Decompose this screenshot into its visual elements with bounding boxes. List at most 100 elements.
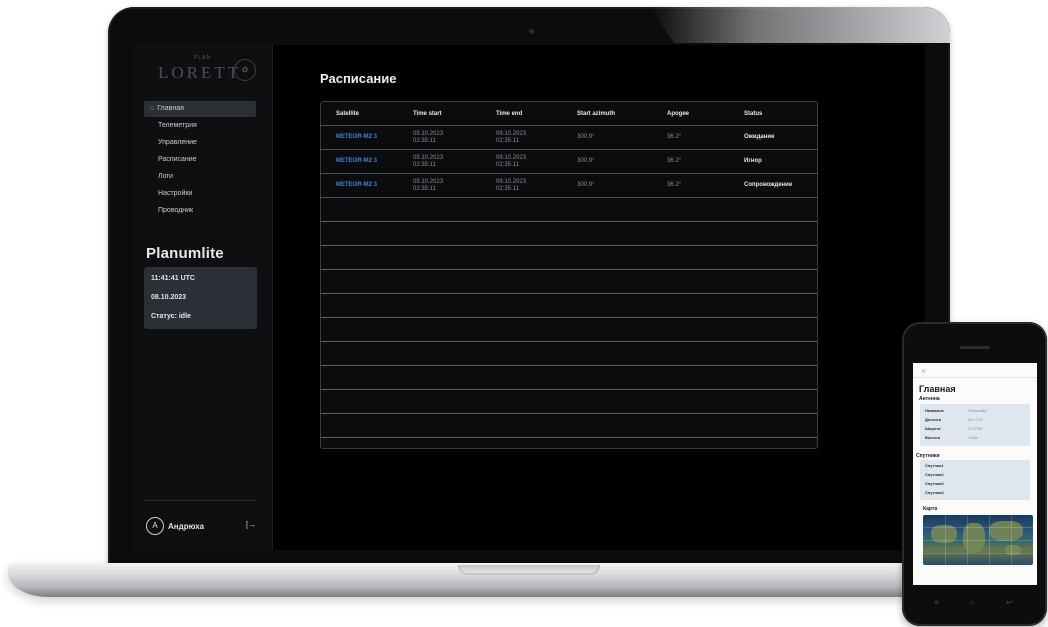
time-start-date: 09.10.2023 (413, 178, 444, 185)
table-row[interactable]: METEOR-M2 3 09.10.2023 02:35:11 09.10.202… (321, 126, 817, 150)
antenna-value: Planumlite (968, 408, 987, 413)
time-start-date: 09.10.2023 (413, 130, 444, 137)
back-icon[interactable]: ↩ (1006, 598, 1013, 607)
satellite-list-item[interactable]: Спутник1 (925, 463, 944, 468)
sidebar-divider (144, 500, 257, 501)
sidebar-item-label: Логи (158, 173, 173, 180)
time-end-time: 02:35:11 (496, 161, 519, 168)
azimuth-cell: 300.9° (577, 158, 595, 164)
avatar[interactable]: A (146, 517, 164, 535)
satellite-link[interactable]: METEOR-M2 3 (336, 126, 377, 149)
satellites-card: Спутник1 Спутник2 Спутник3 Спутник4 (920, 460, 1030, 500)
time-end-cell: 09.10.2023 02:35:11 (496, 126, 526, 149)
laptop-lid: LORETT PLAN ☼ ⌂ Главная Телеметрия Управл… (108, 7, 950, 572)
sidebar-item-settings[interactable]: Настройки (144, 186, 256, 202)
antenna-value: 37.5798 (968, 426, 983, 431)
satellite-link[interactable]: METEOR-M2 3 (336, 174, 377, 197)
sidebar-item-label: Главная (157, 105, 184, 112)
antenna-value: 60.1713 (968, 417, 983, 422)
satellite-list-item[interactable]: Спутник3 (925, 481, 944, 486)
phone-page-title: Главная (919, 384, 956, 394)
close-icon[interactable]: ✕ (921, 368, 926, 375)
column-header-time-end[interactable]: Time end (496, 102, 522, 125)
time-end-cell: 09.10.2023 02:35:11 (496, 150, 526, 173)
apogee-cell: 36.2° (667, 134, 682, 140)
apogee-cell: 36.2° (667, 182, 682, 188)
satellite-link[interactable]: METEOR-M2 3 (336, 150, 377, 173)
status-cell: Сопровождение (744, 182, 793, 188)
column-header-start-azimuth[interactable]: Start azimuth (577, 102, 615, 125)
satellites-label: Спутники (916, 453, 940, 459)
empty-row (321, 198, 817, 222)
laptop-notch (458, 565, 600, 575)
home-icon: ⌂ (150, 105, 155, 112)
status-cell: Игнор (744, 158, 762, 164)
antenna-label: Антенна (919, 396, 940, 402)
column-header-apogee[interactable]: Apogee (667, 102, 689, 125)
sidebar-item-control[interactable]: Управление (144, 135, 256, 151)
empty-row (321, 318, 817, 342)
logo-subtitle: PLAN (194, 55, 212, 61)
phone-speaker (960, 346, 990, 349)
time-end-date: 09.10.2023 (496, 130, 527, 137)
empty-row (321, 270, 817, 294)
sidebar-item-label: Настройки (158, 190, 193, 197)
time-start-time: 02:35:11 (413, 161, 436, 168)
station-date: 08.10.2023 (151, 294, 187, 301)
theme-toggle-button[interactable]: ☼ (234, 59, 256, 81)
satellite-list-item[interactable]: Спутник4 (925, 490, 944, 495)
antenna-key: Долгота (925, 417, 941, 422)
empty-row (321, 222, 817, 246)
station-status: Статус: idle (151, 313, 191, 320)
sidebar-item-label: Расписание (158, 156, 197, 163)
time-start-date: 09.10.2023 (413, 154, 444, 161)
station-name: Planumlite (146, 245, 224, 262)
empty-row (321, 294, 817, 318)
home-button-icon[interactable]: ○ (969, 598, 974, 607)
sidebar-nav: ⌂ Главная Телеметрия Управление Расписани… (144, 101, 256, 220)
time-start-cell: 09.10.2023 02:35:11 (413, 150, 443, 173)
time-end-time: 02:35:11 (496, 185, 519, 192)
column-header-satellite[interactable]: Satellite (336, 102, 359, 125)
schedule-table: Satellite Time start Time end Start azim… (320, 101, 818, 449)
world-map[interactable] (923, 515, 1033, 565)
user-name: Андрюха (168, 522, 205, 531)
time-start-time: 02:35:11 (413, 137, 436, 144)
camera-icon (529, 29, 534, 34)
station-info-card: 11:41:41 UTC 08.10.2023 Статус: idle (144, 267, 257, 329)
laptop-base (8, 563, 1008, 597)
status-cell: Ожидание (744, 134, 775, 140)
phone-screen: ✕ Главная Антенна Название Planumlite До… (913, 363, 1037, 585)
menu-icon[interactable]: ≡ (934, 598, 939, 607)
time-start-cell: 09.10.2023 02:35:11 (413, 126, 443, 149)
sidebar-item-telemetry[interactable]: Телеметрия (144, 118, 256, 134)
sidebar: LORETT PLAN ☼ ⌂ Главная Телеметрия Управл… (134, 45, 273, 550)
antenna-key: Высота (925, 435, 941, 440)
column-header-time-start[interactable]: Time start (413, 102, 442, 125)
table-row[interactable]: METEOR-M2 3 09.10.2023 02:35:11 09.10.202… (321, 174, 817, 198)
logout-icon[interactable]: [→ (246, 520, 256, 529)
map-label: Карта (923, 506, 938, 512)
table-row[interactable]: METEOR-M2 3 09.10.2023 02:35:11 09.10.202… (321, 150, 817, 174)
laptop-screen: LORETT PLAN ☼ ⌂ Главная Телеметрия Управл… (134, 45, 925, 550)
apogee-cell: 36.2° (667, 158, 682, 164)
sidebar-item-schedule[interactable]: Расписание (144, 152, 256, 168)
phone-header-divider (913, 377, 1037, 378)
empty-row (321, 390, 817, 414)
empty-row (321, 414, 817, 438)
empty-row (321, 438, 817, 448)
antenna-card: Название Planumlite Долгота 60.1713 Широ… (920, 404, 1030, 446)
time-start-time: 02:35:11 (413, 185, 436, 192)
satellite-list-item[interactable]: Спутник2 (925, 472, 944, 477)
phone-nav-buttons: ≡ ○ ↩ (902, 598, 1047, 614)
sidebar-item-logs[interactable]: Логи (144, 169, 256, 185)
antenna-key: Широта (925, 426, 941, 431)
sidebar-item-explorer[interactable]: Проводник (144, 203, 256, 219)
sidebar-item-home[interactable]: ⌂ Главная (144, 101, 256, 117)
azimuth-cell: 300.9° (577, 182, 595, 188)
azimuth-cell: 300.9° (577, 134, 595, 140)
time-end-date: 09.10.2023 (496, 178, 527, 185)
time-end-cell: 09.10.2023 02:35:11 (496, 174, 526, 197)
column-header-status[interactable]: Status (744, 102, 762, 125)
antenna-value: 120м (968, 435, 978, 440)
